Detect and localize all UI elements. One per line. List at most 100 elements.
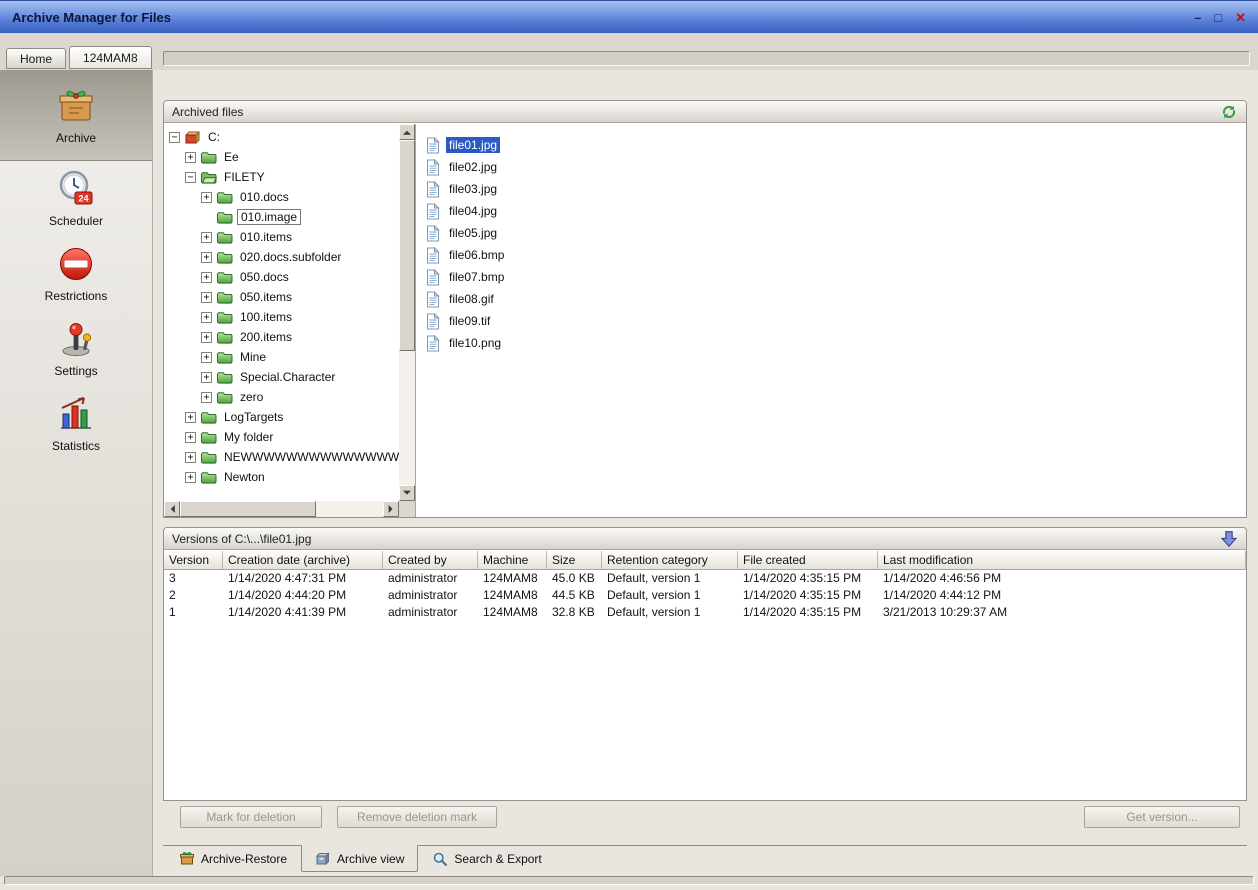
- tree-item-label: 050.items: [237, 289, 295, 305]
- file-item[interactable]: file09.tif: [426, 310, 1238, 332]
- expand-toggle[interactable]: +: [185, 432, 196, 443]
- expand-toggle[interactable]: +: [201, 192, 212, 203]
- tree-item[interactable]: −C:: [167, 127, 399, 147]
- tab-archive-restore[interactable]: Archive-Restore: [165, 846, 301, 871]
- view-tab-bar: Archive-Restore Archive view Search & Expo…: [163, 845, 1247, 873]
- archive-view-icon: [315, 851, 331, 867]
- sidebar-item-restrictions[interactable]: Restrictions: [0, 236, 152, 311]
- tab-124mam8[interactable]: 124MAM8: [69, 46, 152, 69]
- table-row[interactable]: 21/14/2020 4:44:20 PMadministrator124MAM…: [164, 587, 1246, 604]
- expand-toggle[interactable]: +: [185, 152, 196, 163]
- expand-toggle[interactable]: +: [201, 372, 212, 383]
- table-row[interactable]: 31/14/2020 4:47:31 PMadministrator124MAM…: [164, 570, 1246, 587]
- expand-toggle[interactable]: +: [185, 412, 196, 423]
- tree-item[interactable]: +050.items: [167, 287, 399, 307]
- expand-toggle[interactable]: +: [185, 472, 196, 483]
- tree-item[interactable]: +My folder: [167, 427, 399, 447]
- tree-item[interactable]: +200.items: [167, 327, 399, 347]
- sidebar-item-statistics[interactable]: Statistics: [0, 386, 152, 461]
- collapse-toggle[interactable]: −: [169, 132, 180, 143]
- tree-item[interactable]: +Special.Character: [167, 367, 399, 387]
- column-header-file-created[interactable]: File created: [738, 551, 878, 570]
- expand-toggle[interactable]: +: [185, 452, 196, 463]
- column-header-created-by[interactable]: Created by: [383, 551, 478, 570]
- folder-icon: [200, 430, 217, 445]
- scroll-right-button[interactable]: [383, 501, 399, 517]
- table-row[interactable]: 11/14/2020 4:41:39 PMadministrator124MAM…: [164, 604, 1246, 621]
- file-item[interactable]: file04.jpg: [426, 200, 1238, 222]
- tree-item[interactable]: +Newton: [167, 467, 399, 487]
- close-button[interactable]: ✕: [1235, 11, 1246, 24]
- expand-toggle[interactable]: +: [201, 232, 212, 243]
- tree-item[interactable]: +zero: [167, 387, 399, 407]
- tree-vertical-scrollbar[interactable]: [399, 124, 415, 501]
- file-item[interactable]: file06.bmp: [426, 244, 1238, 266]
- column-header-creation-date-archive[interactable]: Creation date (archive): [223, 551, 383, 570]
- sidebar-item-archive[interactable]: Archive: [0, 70, 152, 161]
- sidebar-item-settings[interactable]: Settings: [0, 311, 152, 386]
- expand-toggle[interactable]: +: [201, 352, 212, 363]
- tab-search-export[interactable]: Search & Export: [418, 846, 555, 871]
- tree-item[interactable]: +LogTargets: [167, 407, 399, 427]
- column-header-size[interactable]: Size: [547, 551, 602, 570]
- file-item[interactable]: file01.jpg: [426, 134, 1238, 156]
- get-version-button[interactable]: Get version...: [1084, 806, 1240, 828]
- folder-icon: [216, 310, 233, 325]
- tree-item-label: 200.items: [237, 329, 295, 345]
- file-item[interactable]: file08.gif: [426, 288, 1238, 310]
- file-item[interactable]: file02.jpg: [426, 156, 1238, 178]
- file-item[interactable]: file05.jpg: [426, 222, 1238, 244]
- expand-toggle[interactable]: +: [201, 272, 212, 283]
- expand-toggle[interactable]: +: [201, 392, 212, 403]
- scroll-up-button[interactable]: [399, 124, 415, 140]
- tree-item-label: 020.docs.subfolder: [237, 249, 344, 265]
- expand-toggle[interactable]: +: [201, 252, 212, 263]
- sidebar-item-label: Archive: [56, 131, 96, 145]
- column-header-machine[interactable]: Machine: [478, 551, 547, 570]
- column-header-last-modification[interactable]: Last modification: [878, 551, 1246, 570]
- table-cell: 3: [164, 570, 223, 587]
- tree-item-label: NEWWWWWWWWWWWWWW: [221, 449, 399, 465]
- maximize-button[interactable]: □: [1214, 11, 1222, 24]
- collapse-toggle[interactable]: −: [185, 172, 196, 183]
- tree-item[interactable]: +020.docs.subfolder: [167, 247, 399, 267]
- expand-toggle[interactable]: +: [201, 292, 212, 303]
- file-item[interactable]: file03.jpg: [426, 178, 1238, 200]
- tree-item[interactable]: +050.docs: [167, 267, 399, 287]
- tab-label: Archive view: [337, 852, 404, 866]
- column-header-version[interactable]: Version: [164, 551, 223, 570]
- file-item[interactable]: file10.png: [426, 332, 1238, 354]
- tab-home[interactable]: Home: [6, 48, 66, 69]
- tree-item[interactable]: −FILETY: [167, 167, 399, 187]
- tree-item[interactable]: +010.items: [167, 227, 399, 247]
- mark-for-deletion-button[interactable]: Mark for deletion: [180, 806, 322, 828]
- refresh-icon[interactable]: [1220, 103, 1238, 121]
- table-cell: 45.0 KB: [547, 570, 602, 587]
- tree-item[interactable]: + NEWWWWWWWWWWWWWW: [167, 447, 399, 467]
- tree-item[interactable]: +100.items: [167, 307, 399, 327]
- table-cell: 1/14/2020 4:44:12 PM: [878, 587, 1246, 604]
- minimize-button[interactable]: –: [1194, 11, 1201, 24]
- sidebar-item-scheduler[interactable]: 24Scheduler: [0, 161, 152, 236]
- tree-item[interactable]: +Ee: [167, 147, 399, 167]
- file-icon: [426, 247, 440, 264]
- file-item[interactable]: file07.bmp: [426, 266, 1238, 288]
- tab-archive-view[interactable]: Archive view: [301, 845, 418, 872]
- column-header-retention-category[interactable]: Retention category: [602, 551, 738, 570]
- collapse-panel-icon[interactable]: [1220, 530, 1238, 548]
- settings-icon: [56, 319, 96, 359]
- tree-item[interactable]: +Mine: [167, 347, 399, 367]
- tree-item[interactable]: 010.image: [167, 207, 399, 227]
- folder-icon: [216, 230, 233, 245]
- tree-item-label: 010.image: [237, 209, 301, 225]
- tree-horizontal-scrollbar[interactable]: [164, 501, 399, 517]
- scroll-down-button[interactable]: [399, 485, 415, 501]
- top-tab-bar: Home124MAM8: [6, 46, 155, 69]
- vertical-scrollbar-thumb[interactable]: [399, 140, 415, 351]
- tree-item[interactable]: +010.docs: [167, 187, 399, 207]
- scroll-left-button[interactable]: [164, 501, 180, 517]
- horizontal-scrollbar-thumb[interactable]: [180, 501, 316, 517]
- expand-toggle[interactable]: +: [201, 312, 212, 323]
- remove-deletion-mark-button[interactable]: Remove deletion mark: [337, 806, 497, 828]
- expand-toggle[interactable]: +: [201, 332, 212, 343]
